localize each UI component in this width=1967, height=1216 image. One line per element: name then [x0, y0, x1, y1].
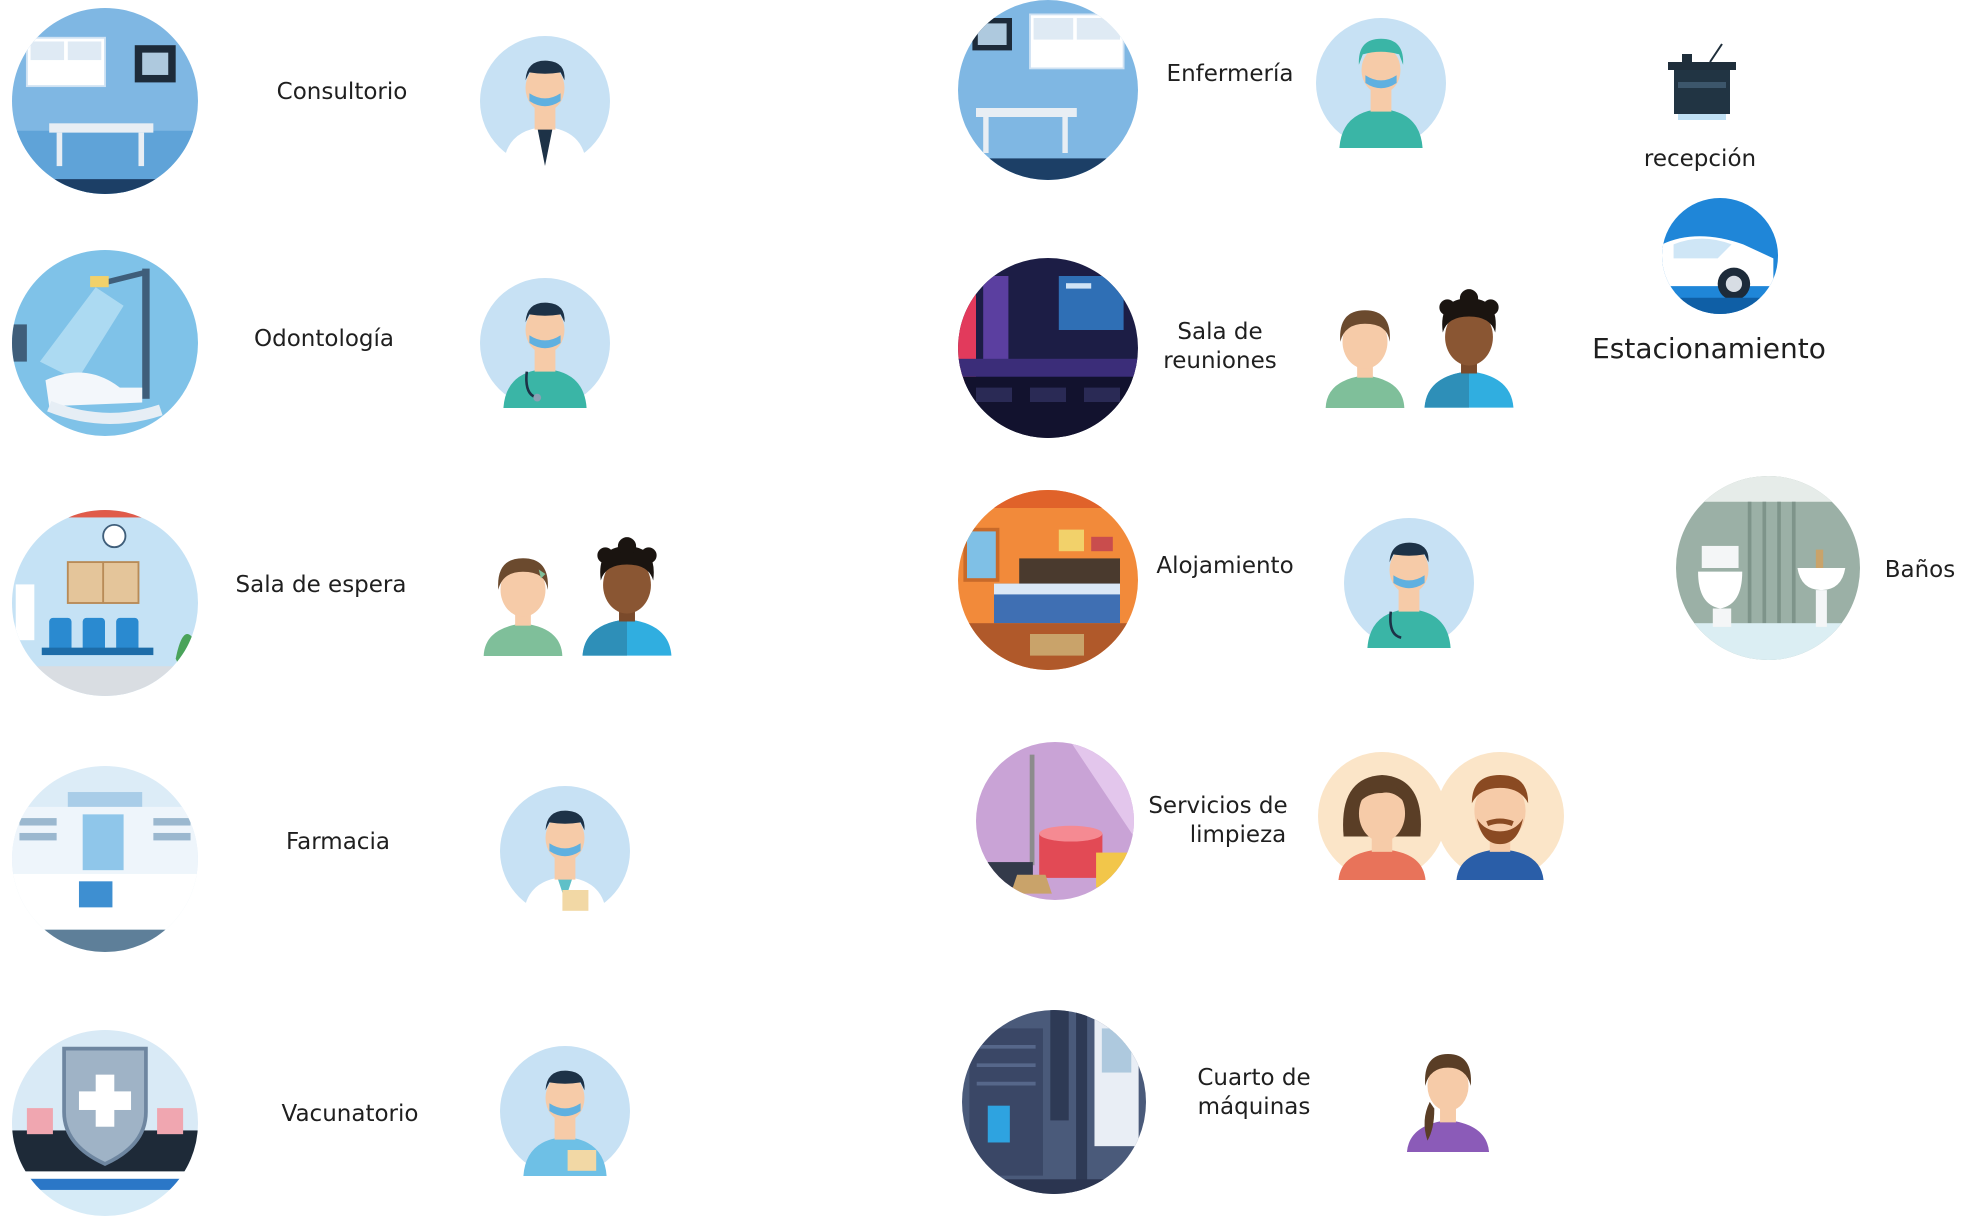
sala-de-reuniones-room-image	[958, 258, 1138, 438]
farmacia-label: Farmacia	[286, 829, 390, 855]
farmacia-room-image	[12, 766, 198, 952]
enfermeria-label: Enfermería	[1166, 61, 1294, 87]
sala-de-espera-label: Sala de espera	[235, 572, 407, 598]
doctor-avatar-icon	[480, 36, 610, 166]
pharmacist-avatar-icon	[500, 786, 630, 916]
recepcion-label: recepción	[1643, 146, 1757, 172]
cuarto-de-maquinas-line2: máquinas	[1197, 1094, 1311, 1120]
cuarto-de-maquinas-room-image	[962, 1010, 1146, 1194]
parking-car-image	[1662, 198, 1778, 314]
estacionamiento-label: Estacionamiento	[1592, 332, 1826, 365]
dentist-avatar-icon	[480, 278, 610, 408]
alojamiento-label: Alojamiento	[1156, 553, 1294, 579]
odontologia-label: Odontología	[254, 326, 394, 352]
servicios-de-limpieza-line2: limpieza	[1189, 822, 1287, 848]
attendee-woman-avatar-icon	[1320, 290, 1410, 408]
attendee-man-avatar-icon	[1420, 282, 1518, 408]
alojamiento-room-image	[958, 490, 1138, 670]
cuarto-de-maquinas-label: Cuarto de máquinas	[1174, 1064, 1334, 1122]
consultorio-label: Consultorio	[276, 79, 408, 105]
sala-de-espera-room-image	[12, 510, 198, 696]
technician-woman-avatar-icon	[1400, 1038, 1496, 1152]
odontologia-room-image	[12, 250, 198, 436]
cuarto-de-maquinas-line1: Cuarto de	[1197, 1065, 1311, 1091]
servicios-de-limpieza-line1: Servicios de	[1148, 793, 1288, 819]
sala-de-reuniones-line1: Sala de	[1177, 319, 1263, 345]
servicios-de-limpieza-room-image	[976, 742, 1134, 900]
host-doctor-avatar-icon	[1344, 518, 1474, 648]
enfermeria-room-image	[958, 0, 1138, 180]
cleaner-woman-avatar-icon	[1318, 752, 1446, 880]
banos-label: Baños	[1884, 557, 1956, 583]
vacunatorio-label: Vacunatorio	[281, 1101, 419, 1127]
sala-de-reuniones-label: Sala de reuniones	[1140, 318, 1300, 376]
nurse-avatar-icon	[1316, 18, 1446, 148]
patient-man-avatar-icon	[578, 530, 676, 656]
vacunatorio-room-image	[12, 1030, 198, 1216]
consultorio-room-image	[12, 8, 198, 194]
nurse-vaccinator-avatar-icon	[500, 1046, 630, 1176]
servicios-de-limpieza-label: Servicios de limpieza	[1130, 792, 1306, 850]
cleaner-man-avatar-icon	[1436, 752, 1564, 880]
sala-de-reuniones-line2: reuniones	[1163, 348, 1277, 374]
patient-woman-avatar-icon	[478, 538, 568, 656]
banos-room-image	[1676, 476, 1860, 660]
reception-desk-icon	[1664, 42, 1740, 122]
